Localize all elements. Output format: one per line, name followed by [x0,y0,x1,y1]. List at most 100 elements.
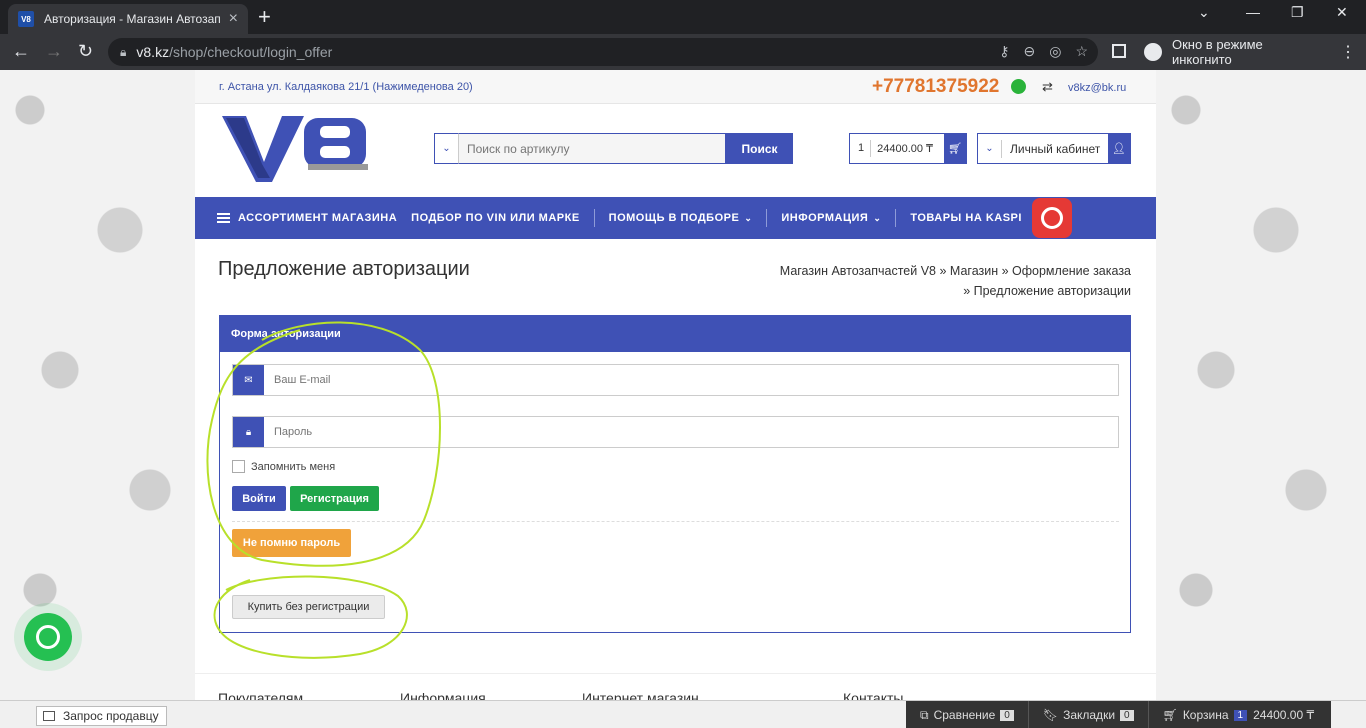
nav-divider [895,209,897,227]
close-window-icon[interactable]: ✕ [1336,4,1348,21]
header-cart[interactable]: 1 24400.00 ₸ 🛒︎ [849,133,967,164]
buy-without-registration-button[interactable]: Купить без регистрации [232,595,385,619]
login-panel: Форма авторизации ✉ 🔒︎ Запомнить меня Во… [219,315,1131,633]
side-panel-icon[interactable] [1112,44,1126,58]
nav-kaspi[interactable]: ТОВАРЫ НА KASPI [910,212,1036,224]
address-bar[interactable]: 🔒︎ v8.kz /shop/checkout/login_offer ⚷ ⊖ … [108,38,1098,66]
nav-help-label: ПОМОЩЬ В ПОДБОРЕ [608,212,740,224]
envelope-icon: ✉ [233,365,264,395]
page-title: Предложение авторизации [218,258,470,280]
bookmarks-link[interactable]: 🔖︎ Закладки 0 [1029,701,1149,728]
compare-icon: ⧉ [920,707,929,722]
store-address: г. Астана ул. Калдаякова 21/1 (Нажимеден… [219,81,473,93]
nav-kaspi-label: ТОВАРЫ НА KASPI [910,212,1022,224]
search-bar: ⌄ Поиск [434,133,793,164]
nav-info-label: ИНФОРМАЦИЯ [781,212,869,224]
lock-icon: 🔒︎ [120,44,127,59]
compare-label: Сравнение [933,708,996,722]
nav-info[interactable]: ИНФОРМАЦИЯ ⌄ [781,212,895,224]
browser-menu-icon[interactable]: ⋮ [1340,42,1356,62]
login-panel-heading: Форма авторизации [220,316,1130,352]
bookmarks-label: Закладки [1063,708,1116,722]
background-pattern-right [1156,70,1366,700]
password-field[interactable] [264,417,1118,447]
back-icon[interactable]: ← [12,41,30,61]
nav-vin-search[interactable]: ПОДБОР ПО VIN ИЛИ МАРКЕ [411,212,594,224]
cart-count: 1 [850,140,872,157]
email-link[interactable]: v8kz@bk.ru [1068,82,1126,94]
chevron-down-icon: ⌄ [873,212,882,223]
remember-me[interactable]: Запомнить меня [232,460,335,473]
url-path: /shop/checkout/login_offer [169,44,333,60]
breadcrumb-line-2: » Предложение авторизации [963,284,1131,298]
seller-request-button[interactable]: Запрос продавцу [36,706,167,726]
bottom-toolbar: Запрос продавцу ⧉ Сравнение 0 🔖︎ Закладк… [0,700,1366,728]
cart-icon: 🛒︎ [944,134,966,163]
incognito-indicator[interactable]: Окно в режиме инкогнито [1138,37,1326,67]
cart-icon: 🛒︎ [1162,708,1178,722]
email-field-group: ✉ [232,364,1119,396]
user-icon: 👤︎ [1108,134,1130,163]
site-favicon-icon: V8 [18,11,34,27]
account-label: Личный кабинет [1010,141,1101,156]
nav-divider [593,209,595,227]
footer-col-info: Информация [400,690,486,700]
nav-help[interactable]: ПОМОЩЬ В ПОДБОРЕ ⌄ [609,212,767,224]
chat-icon [43,711,55,721]
browser-tab-bar: V8 Авторизация - Магазин Автозап × + ⌄ —… [0,0,1366,34]
browser-tab[interactable]: V8 Авторизация - Магазин Автозап × [8,4,248,34]
tab-title: Авторизация - Магазин Автозап [44,12,221,26]
site-container: г. Астана ул. Калдаякова 21/1 (Нажимеден… [195,70,1156,700]
kaspi-logo-icon[interactable] [1031,198,1072,238]
account-dropdown[interactable]: ⌄ Личный кабинет 👤︎ [977,133,1131,164]
tracking-off-icon[interactable]: ◎ [1049,43,1061,60]
nav-catalog-label: АССОРТИМЕНТ МАГАЗИНА [238,212,398,224]
top-info-bar: г. Астана ул. Калдаякова 21/1 (Нажимеден… [195,70,1156,104]
search-category-chevron-icon[interactable]: ⌄ [434,133,458,164]
seller-request-label: Запрос продавцу [63,709,159,723]
forward-icon[interactable]: → [45,41,63,61]
search-input[interactable] [458,133,726,164]
nav-catalog[interactable]: АССОРТИМЕНТ МАГАЗИНА [217,212,411,224]
whatsapp-icon[interactable] [1011,79,1026,94]
swap-icon[interactable]: ⇄ [1042,79,1053,95]
login-button[interactable]: Войти [232,486,286,511]
chevron-down-icon: ⌄ [744,212,753,223]
phone-number[interactable]: +77781375922 [872,76,999,98]
url-host: v8.kz [136,44,170,60]
incognito-label: Окно в режиме инкогнито [1171,37,1263,67]
breadcrumb-line-1[interactable]: Магазин Автозапчастей V8 » Магазин » Офо… [755,261,1131,281]
menu-burger-icon [217,213,230,223]
background-pattern-left [0,70,195,700]
lock-icon: 🔒︎ [233,417,264,447]
bookmark-icon: 🔖︎ [1042,708,1059,722]
page-viewport: г. Астана ул. Калдаякова 21/1 (Нажимеден… [0,70,1366,700]
minimize-icon[interactable]: — [1246,4,1260,20]
footer-col-contacts: Контакты [843,690,904,700]
footer-col-shop: Интернет магазин [582,690,699,700]
key-icon[interactable]: ⚷ [999,43,1009,60]
remember-me-checkbox[interactable] [232,460,245,473]
site-logo[interactable] [220,112,372,184]
tab-search-icon[interactable]: ⌄ [1198,4,1210,21]
email-field[interactable] [264,365,1118,395]
whatsapp-float-icon[interactable] [24,613,72,661]
maximize-icon[interactable]: ❐ [1291,4,1304,21]
password-field-group: 🔒︎ [232,416,1119,448]
bookmark-star-icon[interactable]: ☆ [1075,43,1088,60]
zoom-icon[interactable]: ⊖ [1023,43,1035,60]
reload-icon[interactable]: ↻ [78,41,93,61]
breadcrumb: Магазин Автозапчастей V8 » Магазин » Офо… [755,261,1131,301]
cart-link[interactable]: 🛒︎ Корзина 1 24400.00 ₸ [1149,701,1329,728]
new-tab-icon[interactable]: + [258,6,271,28]
search-button[interactable]: Поиск [726,133,793,164]
compare-link[interactable]: ⧉ Сравнение 0 [906,701,1029,728]
forgot-password-button[interactable]: Не помню пароль [232,529,351,557]
close-tab-icon[interactable]: × [229,10,238,28]
remember-me-label: Запомнить меня [251,460,336,473]
nav-divider [766,209,768,227]
nav-vin-search-label: ПОДБОР ПО VIN ИЛИ МАРКЕ [411,212,580,224]
bottom-shop-bar: ⧉ Сравнение 0 🔖︎ Закладки 0 🛒︎ Корзина 1… [906,701,1331,728]
register-button[interactable]: Регистрация [290,486,379,511]
cart-label: Корзина [1182,708,1229,722]
